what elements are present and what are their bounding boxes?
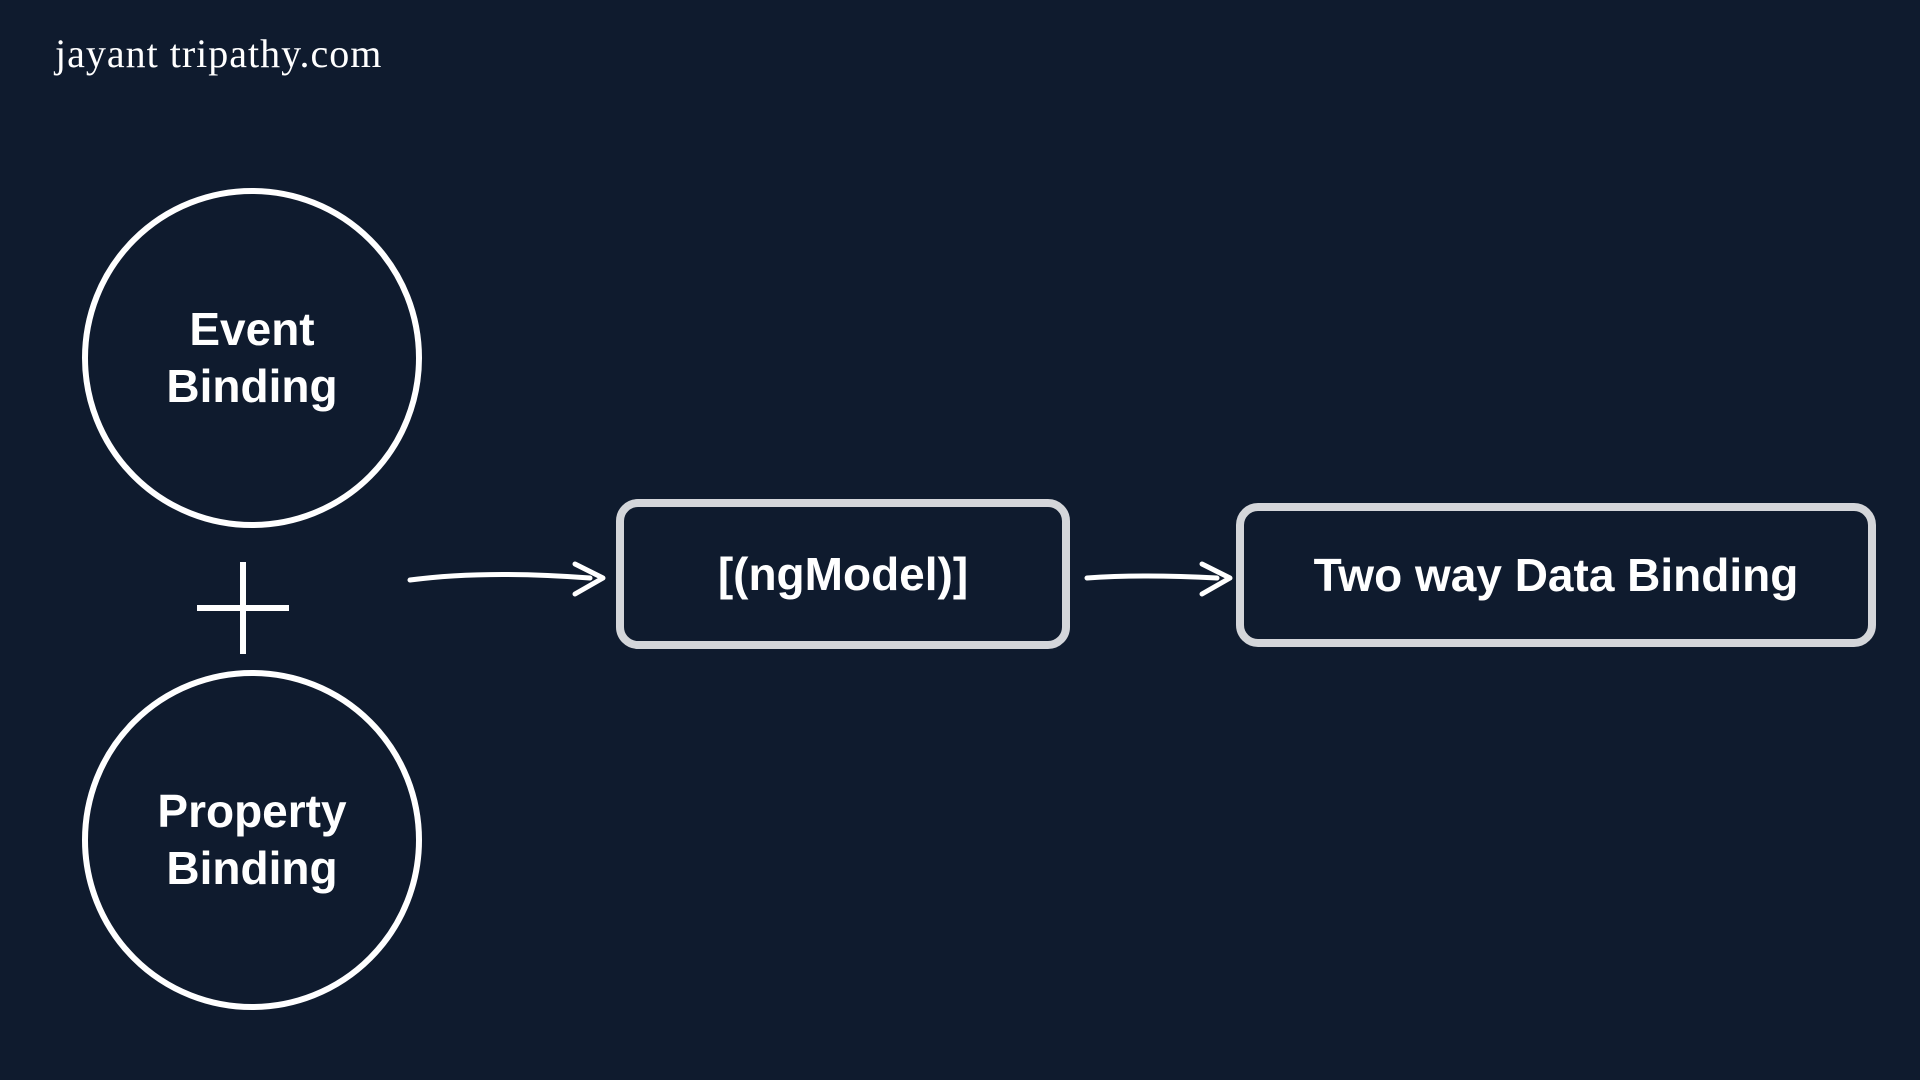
arrow-to-result (1082, 550, 1242, 610)
result-label: Two way Data Binding (1314, 548, 1799, 602)
property-binding-label: Property Binding (157, 783, 346, 898)
ngmodel-label: [(ngModel)] (718, 547, 968, 601)
watermark-text: jayant tripathy.com (55, 30, 382, 77)
event-binding-circle: Event Binding (82, 188, 422, 528)
plus-operator (197, 562, 289, 654)
result-box: Two way Data Binding (1236, 503, 1876, 647)
arrow-to-ngmodel (405, 550, 615, 610)
ngmodel-box: [(ngModel)] (616, 499, 1070, 649)
event-binding-label: Event Binding (166, 301, 337, 416)
property-binding-circle: Property Binding (82, 670, 422, 1010)
